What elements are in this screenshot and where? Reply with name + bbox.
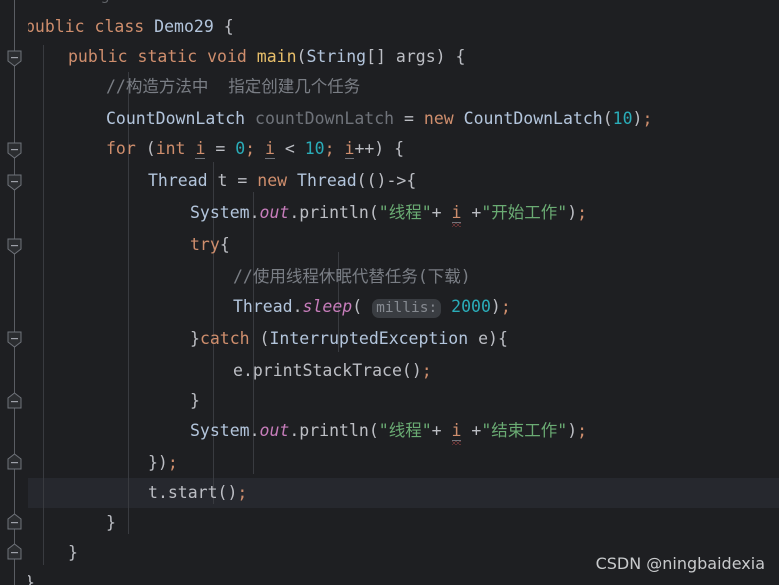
editor-gutter[interactable] (0, 0, 28, 585)
code-line-18[interactable]: } (68, 538, 78, 568)
code-line-14[interactable]: System.out.println("线程"+ i +"结束工作"); (190, 416, 587, 446)
code-line-12[interactable]: e.printStackTrace(); (233, 356, 432, 386)
code-line-15[interactable]: }); (148, 448, 178, 478)
fold-marker-collapse-end[interactable] (7, 453, 22, 470)
fold-marker-collapse-end[interactable] (7, 543, 22, 560)
code-line-17[interactable]: } (106, 508, 116, 538)
inlay-hint-millis: millis: (372, 299, 442, 318)
code-line-5[interactable]: for (int i = 0; i < 10; i++) { (106, 134, 404, 164)
fold-marker-collapse-start[interactable] (7, 50, 22, 67)
current-line-highlight (0, 478, 779, 508)
code-line-1[interactable]: public class Demo29 { (25, 12, 234, 42)
code-line-7[interactable]: System.out.println("线程"+ i +"开始工作"); (190, 198, 587, 228)
code-line-16[interactable]: t.start(); (148, 478, 247, 508)
csdn-watermark: CSDN @ningbaidexia (595, 554, 765, 573)
fold-marker-collapse-start[interactable] (7, 174, 22, 191)
fold-region-line (14, 0, 15, 585)
fold-marker-collapse-start[interactable] (7, 142, 22, 159)
fold-marker-collapse-end[interactable] (7, 392, 22, 409)
code-line-8[interactable]: try{ (190, 230, 230, 260)
code-editor-screenshot: no usages public class Demo29 { public s… (0, 0, 779, 585)
fold-marker-collapse-start[interactable] (7, 331, 22, 348)
code-line-6[interactable]: Thread t = new Thread(()->{ (148, 166, 416, 196)
fold-marker-collapse-end[interactable] (7, 513, 22, 530)
code-line-2[interactable]: public static void main(String[] args) { (68, 42, 465, 72)
indent-guide (43, 45, 44, 565)
code-line-13[interactable]: } (190, 386, 200, 416)
code-line-11[interactable]: }catch (InterruptedException e){ (190, 324, 508, 354)
code-line-9[interactable]: //使用线程休眠代替任务(下载) (233, 262, 471, 292)
inlay-hint-no-usages: no usages (54, 0, 125, 4)
code-line-10[interactable]: Thread.sleep( millis: 2000); (233, 292, 511, 322)
code-line-4[interactable]: CountDownLatch countDownLatch = new Coun… (106, 104, 652, 134)
editor-text-area[interactable]: no usages public class Demo29 { public s… (0, 0, 779, 585)
code-line-3[interactable]: //构造方法中 指定创建几个任务 (106, 72, 360, 102)
fold-marker-collapse-start[interactable] (7, 238, 22, 255)
